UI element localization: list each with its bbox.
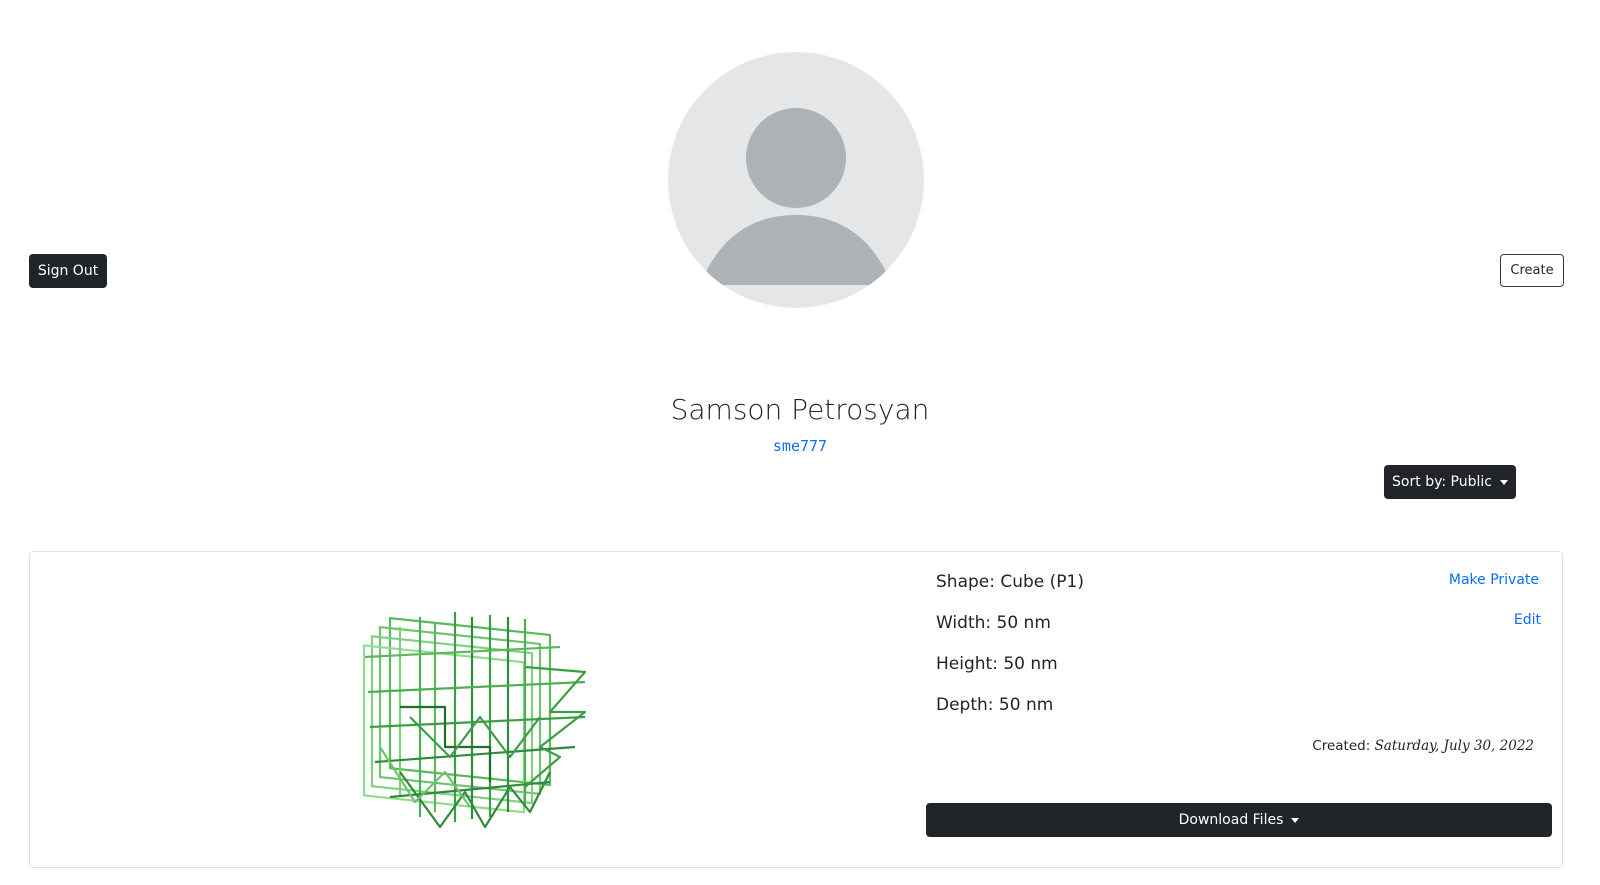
depth-label: Depth: 50 nm (936, 695, 1054, 715)
create-button[interactable]: Create (1500, 254, 1564, 287)
make-private-link[interactable]: Make Private (1449, 572, 1539, 588)
cube-wireframe-preview[interactable] (360, 597, 610, 847)
download-files-label: Download Files (1178, 812, 1284, 828)
created-date-value: Saturday, July 30, 2022 (1374, 738, 1534, 754)
avatar (668, 52, 924, 308)
caret-down-icon (1499, 479, 1508, 485)
width-label: Width: 50 nm (936, 613, 1051, 633)
caret-down-icon (1291, 817, 1300, 823)
height-label: Height: 50 nm (936, 654, 1058, 674)
profile-name: Samson Petrosyan (670, 393, 930, 426)
edit-link[interactable]: Edit (1514, 612, 1541, 628)
sign-out-button[interactable]: Sign Out (29, 254, 107, 288)
avatar-head (746, 108, 846, 208)
created-prefix: Created: (1312, 738, 1371, 754)
sort-label: Sort by: Public (1392, 474, 1492, 490)
profile-username-link[interactable]: sme777 (0, 437, 1600, 455)
sort-dropdown-button[interactable]: Sort by: Public (1384, 465, 1516, 499)
created-date: Created: Saturday, July 30, 2022 (1312, 738, 1534, 754)
shape-label: Shape: Cube (P1) (936, 572, 1084, 592)
download-files-button[interactable]: Download Files (926, 803, 1552, 837)
